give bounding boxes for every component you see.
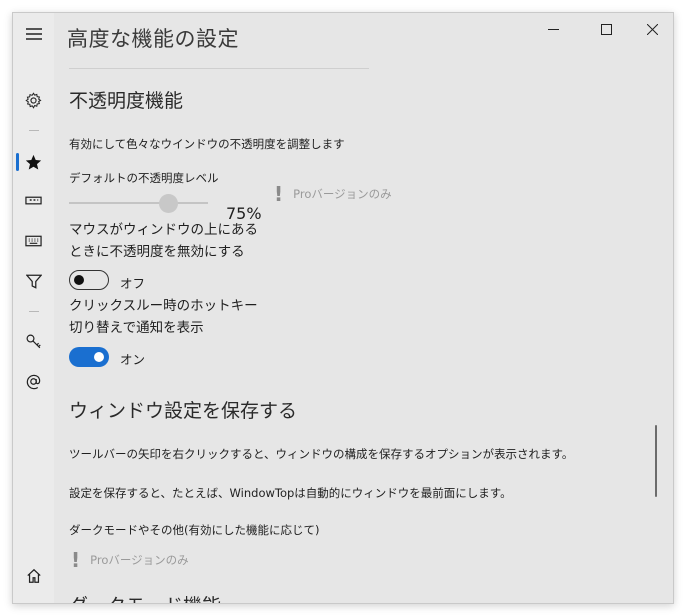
opacity-section-heading: 不透明度機能 xyxy=(69,90,184,112)
pro-only-label: Proバージョンのみ xyxy=(293,187,392,201)
sidebar-item-ruler[interactable] xyxy=(13,186,54,216)
filter-icon xyxy=(25,274,42,289)
warning-icon: ! xyxy=(274,182,284,206)
hotkey-label-line1: クリックスルー時のホットキー xyxy=(69,298,258,314)
maximize-button[interactable] xyxy=(583,13,629,45)
opacity-description: 有効にして色々なウインドウの不透明度を調整します xyxy=(69,137,345,151)
menu-button[interactable] xyxy=(13,19,54,49)
toggle-knob xyxy=(74,275,84,285)
ruler-icon xyxy=(25,196,42,205)
app-window: 高度な機能の設定 不透明度機能 有効にして色々なウインドウの不透明度を調整します… xyxy=(12,12,674,604)
scrollbar-thumb[interactable] xyxy=(655,425,657,497)
star-icon xyxy=(25,154,42,170)
save-text-darkmode: ダークモードやその他(有効にした機能に応じて) xyxy=(69,523,320,537)
at-sign-icon xyxy=(26,374,41,389)
opacity-slider-track[interactable] xyxy=(69,202,208,204)
minimize-icon xyxy=(547,28,559,30)
save-section-heading: ウィンドウ設定を保存する xyxy=(69,400,298,422)
sidebar-item-filter[interactable] xyxy=(13,266,54,296)
opacity-slider-thumb[interactable] xyxy=(159,194,178,213)
sidebar-item-home[interactable] xyxy=(13,561,54,591)
sidebar-item-contact[interactable] xyxy=(13,366,54,396)
maximize-icon xyxy=(600,23,612,35)
sidebar-item-keyboard[interactable] xyxy=(13,226,54,256)
toggle-knob xyxy=(94,352,104,362)
close-button[interactable] xyxy=(629,13,673,45)
sidebar-item-key[interactable] xyxy=(13,326,54,356)
mouse-over-toggle-state: オフ xyxy=(120,276,146,291)
warning-icon: ! xyxy=(71,548,81,572)
close-icon xyxy=(646,23,658,35)
minimize-button[interactable] xyxy=(530,13,576,45)
home-icon xyxy=(26,568,41,583)
mouse-over-label-line1: マウスがウィンドウの上にある xyxy=(69,222,258,238)
gear-icon xyxy=(25,91,42,109)
title-divider xyxy=(69,68,369,69)
hotkey-toggle-state: オン xyxy=(120,352,146,367)
sidebar-item-settings[interactable] xyxy=(13,85,54,115)
default-opacity-label: デフォルトの不透明度レベル xyxy=(69,171,219,185)
pro-only-notice: ! Proバージョンのみ xyxy=(71,550,189,570)
key-icon xyxy=(26,334,41,348)
menu-icon xyxy=(25,28,42,40)
page-title: 高度な機能の設定 xyxy=(67,27,239,51)
settings-content: 高度な機能の設定 不透明度機能 有効にして色々なウインドウの不透明度を調整します… xyxy=(54,13,673,603)
dark-mode-section-heading: ダークモード機能 xyxy=(69,591,221,603)
pro-only-notice: ! Proバージョンのみ xyxy=(274,184,392,204)
sidebar-separator xyxy=(29,130,39,131)
hotkey-label-line2: 切り替えで通知を表示 xyxy=(69,320,204,336)
sidebar-separator xyxy=(29,311,39,312)
save-text-example: 設定を保存すると、たとえば、WindowTopは自動的にウィンドウを最前面にしま… xyxy=(69,486,512,500)
keyboard-icon xyxy=(25,235,42,247)
save-text-toolbar: ツールバーの矢印を右クリックすると、ウィンドウの構成を保存するオプションが表示さ… xyxy=(69,447,574,461)
pro-only-label: Proバージョンのみ xyxy=(90,553,189,567)
mouse-over-toggle[interactable] xyxy=(69,270,109,290)
sidebar xyxy=(13,13,54,603)
mouse-over-label-line2: ときに不透明度を無効にする xyxy=(69,244,245,260)
sidebar-item-advanced[interactable] xyxy=(13,147,54,177)
hotkey-toggle[interactable] xyxy=(69,347,109,367)
